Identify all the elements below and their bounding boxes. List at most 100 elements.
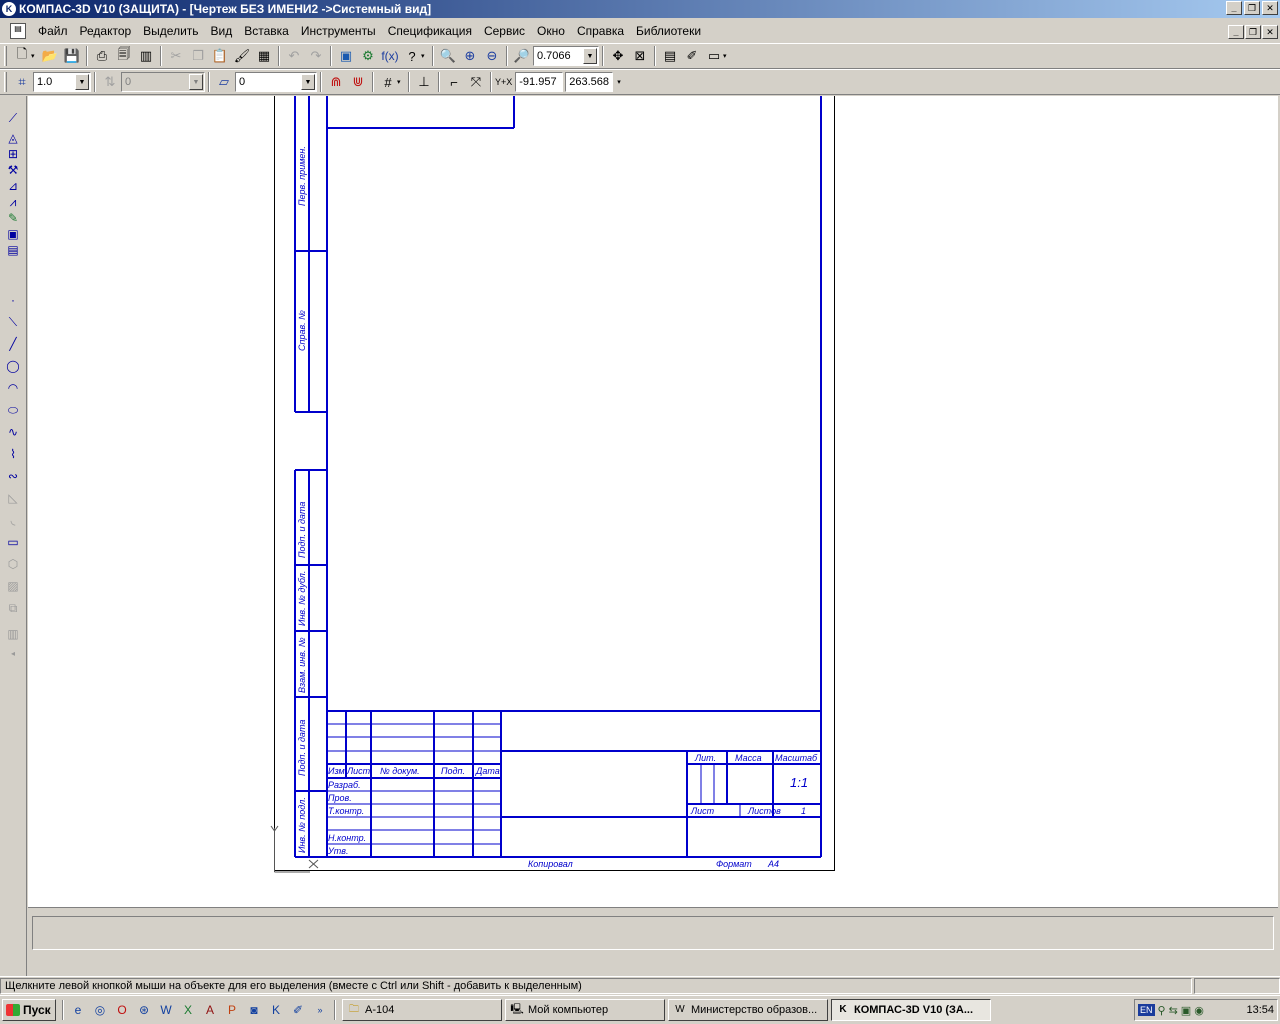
layer-combo[interactable]: 0 ▼: [235, 72, 317, 92]
specification-icon[interactable]: ▤: [5, 242, 21, 258]
help-pointer-icon[interactable]: ?: [401, 45, 423, 67]
selection-icon[interactable]: ✎: [5, 210, 21, 226]
toolbar-grip[interactable]: [4, 46, 7, 66]
print-icon[interactable]: ⎙: [91, 45, 113, 67]
view-state-icon[interactable]: ⇅: [99, 71, 121, 93]
circle-icon[interactable]: ◯: [5, 358, 21, 374]
zoom-dropdown-icon[interactable]: ▼: [583, 48, 597, 64]
menu-window[interactable]: Окно: [531, 24, 571, 38]
menu-libraries[interactable]: Библиотеки: [630, 24, 707, 38]
point-icon[interactable]: ·: [5, 292, 21, 308]
coord-x-field[interactable]: -91.957: [515, 72, 564, 92]
excel-icon[interactable]: X: [179, 1001, 197, 1019]
access-icon[interactable]: A: [201, 1001, 219, 1019]
tray-volume-icon[interactable]: ◉: [1194, 1004, 1204, 1017]
redo-icon[interactable]: ↷: [305, 45, 327, 67]
zoom-scale-icon[interactable]: 🔎: [511, 45, 533, 67]
opera-icon[interactable]: O: [113, 1001, 131, 1019]
task-ministry[interactable]: W Министерство образов...: [668, 999, 828, 1021]
clear-icon[interactable]: ✐: [681, 45, 703, 67]
measure-icon[interactable]: ⩘: [5, 194, 21, 210]
print-preview-icon[interactable]: 🗐: [113, 45, 135, 67]
snap-settings-icon[interactable]: ⋓: [347, 71, 369, 93]
zoom-in-icon[interactable]: ⊕: [459, 45, 481, 67]
pan-icon[interactable]: ✥: [607, 45, 629, 67]
manager-icon[interactable]: ▣: [335, 45, 357, 67]
menu-specification[interactable]: Спецификация: [382, 24, 478, 38]
task-kompas[interactable]: K КОМПАС-3D V10 (ЗА...: [831, 999, 991, 1021]
ie-icon[interactable]: e: [69, 1001, 87, 1019]
chamfer-icon[interactable]: ◺: [5, 490, 21, 506]
powerpoint-icon[interactable]: P: [223, 1001, 241, 1019]
parametrize-icon[interactable]: ⊿: [5, 178, 21, 194]
toolbar-grip-2[interactable]: [4, 72, 7, 92]
open-icon[interactable]: 📂: [39, 45, 61, 67]
kompas-quick-icon[interactable]: K: [267, 1001, 285, 1019]
doc-close-button[interactable]: ✕: [1262, 25, 1278, 39]
local-cs-icon[interactable]: ⊥: [413, 71, 435, 93]
ellipse-icon[interactable]: ⬭: [5, 402, 21, 418]
panel-toggle-icon[interactable]: ▭: [703, 45, 725, 67]
coord-dropdown-icon[interactable]: ▾: [617, 78, 625, 86]
tray-monitor-icon[interactable]: ▣: [1181, 1004, 1191, 1017]
zoom-frame-icon[interactable]: 🔍: [437, 45, 459, 67]
zoom-combo[interactable]: 0.7066 ▼: [533, 46, 599, 66]
properties-panel-area[interactable]: [32, 916, 1274, 950]
language-indicator[interactable]: EN: [1138, 1004, 1155, 1016]
cut-icon[interactable]: ✂: [165, 45, 187, 67]
coord-y-field[interactable]: 263.568: [565, 72, 614, 92]
library-manager-icon[interactable]: ⚙: [357, 45, 379, 67]
contour-icon[interactable]: ⧉: [5, 600, 21, 616]
show-all-icon[interactable]: ⊠: [629, 45, 651, 67]
scale-dropdown-icon[interactable]: ▼: [75, 74, 89, 90]
rectangle-icon[interactable]: ▭: [5, 534, 21, 550]
task-my-computer[interactable]: 🖳 Мой компьютер: [505, 999, 665, 1021]
spline-icon[interactable]: ∿: [5, 424, 21, 440]
view-dropdown-icon[interactable]: ▼: [189, 74, 203, 90]
menu-view[interactable]: Вид: [205, 24, 239, 38]
collection-icon[interactable]: ▥: [5, 626, 21, 642]
save-icon[interactable]: 💾: [61, 45, 83, 67]
more-quicklaunch-icon[interactable]: »: [311, 1001, 329, 1019]
refresh-icon[interactable]: ▤: [659, 45, 681, 67]
network-icon[interactable]: ⊛: [135, 1001, 153, 1019]
layer-icon[interactable]: ▱: [213, 71, 235, 93]
associative-views-icon[interactable]: ▣: [5, 226, 21, 242]
close-button[interactable]: ✕: [1262, 1, 1278, 15]
menu-help[interactable]: Справка: [571, 24, 630, 38]
doc-minimize-button[interactable]: _: [1228, 25, 1244, 39]
grid-icon[interactable]: #: [377, 71, 399, 93]
kompas-app-icon[interactable]: K: [2, 2, 16, 16]
scale-combo[interactable]: 1.0 ▼: [33, 72, 91, 92]
undo-icon[interactable]: ↶: [283, 45, 305, 67]
menu-insert[interactable]: Вставка: [238, 24, 295, 38]
minimize-button[interactable]: _: [1226, 1, 1242, 15]
bezier-icon[interactable]: ∾: [5, 468, 21, 484]
geometry-tools-icon[interactable]: ⟋: [5, 110, 21, 126]
tools-icon[interactable]: ✐: [289, 1001, 307, 1019]
properties-icon[interactable]: ▦: [253, 45, 275, 67]
hatch-icon[interactable]: ▨: [5, 578, 21, 594]
snap-magnet-icon[interactable]: ⋒: [325, 71, 347, 93]
format-painter-icon[interactable]: 🖌: [231, 45, 253, 67]
fillet-icon[interactable]: ◟: [5, 512, 21, 528]
cursor-snap-icon[interactable]: ⤧: [465, 71, 487, 93]
outlook-icon[interactable]: ◎: [91, 1001, 109, 1019]
help-dropdown-icon[interactable]: ▾: [421, 52, 429, 60]
app-icon[interactable]: ◙: [245, 1001, 263, 1019]
view-combo[interactable]: 0 ▼: [121, 72, 205, 92]
tray-connection-icon[interactable]: ⇆: [1169, 1004, 1178, 1017]
export-icon[interactable]: ▥: [135, 45, 157, 67]
new-dropdown-icon[interactable]: ▾: [31, 52, 39, 60]
panel-dropdown-icon[interactable]: ▾: [723, 52, 731, 60]
menu-select[interactable]: Выделить: [137, 24, 204, 38]
aux-line-icon[interactable]: ⟍: [5, 314, 21, 330]
document-icon[interactable]: ▤: [10, 23, 26, 39]
word-icon[interactable]: W: [157, 1001, 175, 1019]
more-tools-arrow-icon[interactable]: ◂: [5, 646, 21, 662]
variables-icon[interactable]: f(x): [379, 45, 401, 67]
dimensions-tools-icon[interactable]: ◬: [5, 130, 21, 146]
ortho-icon[interactable]: ⌐: [443, 71, 465, 93]
zoom-out-icon[interactable]: ⊖: [481, 45, 503, 67]
start-button[interactable]: Пуск: [2, 999, 56, 1021]
